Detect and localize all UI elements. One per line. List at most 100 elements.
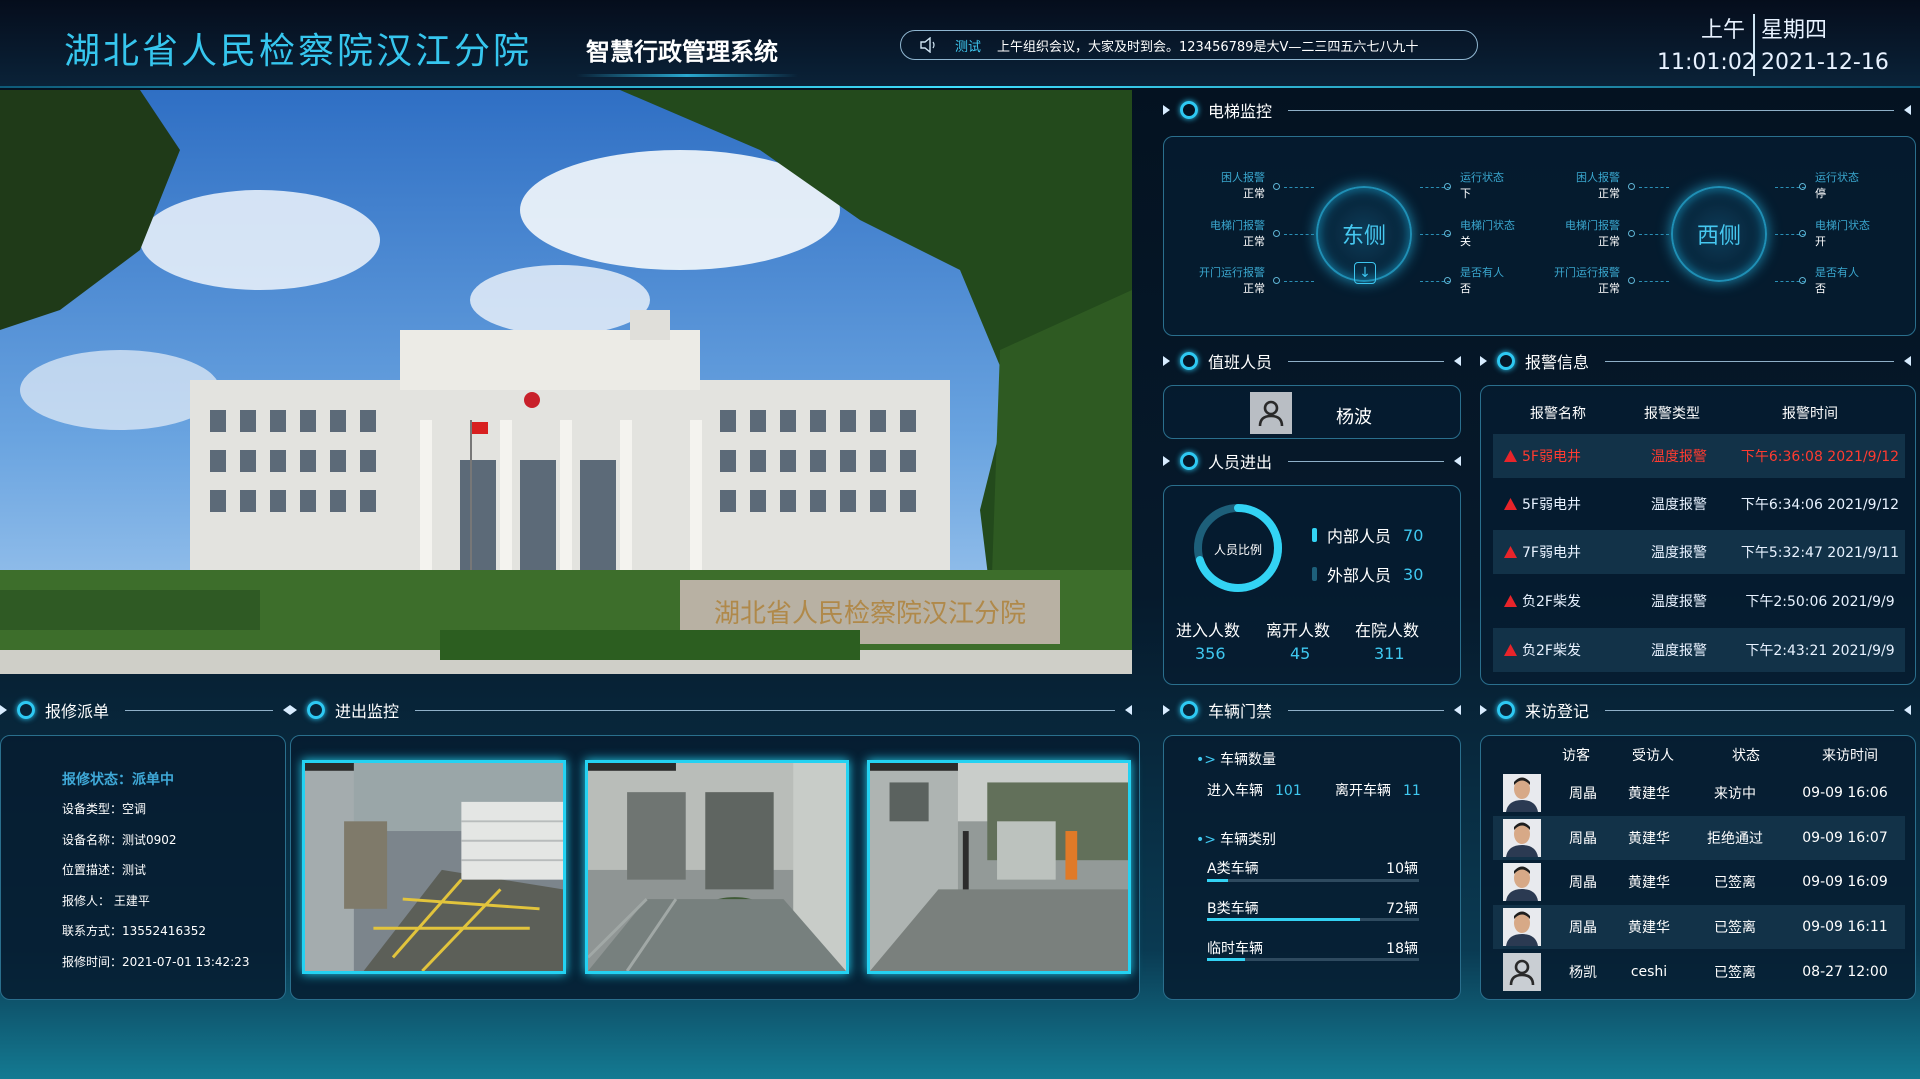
repair-title: 报修派单 xyxy=(45,702,110,721)
alarm-name: 5F弱电井 xyxy=(1522,449,1581,465)
divider-line xyxy=(1605,709,1894,711)
elevator-east-name: 东侧 xyxy=(1341,224,1386,249)
elevator-east-value: 下 xyxy=(1460,187,1471,200)
photo-sign-text: 湖北省人民检察院汉江分院 xyxy=(714,599,1026,629)
ring-icon xyxy=(1180,701,1198,719)
arrow-down-icon: ↓ xyxy=(1354,262,1376,284)
external-label: 外部人员 xyxy=(1327,566,1392,585)
building-photo: 湖北省人民检察院汉江分院 xyxy=(0,90,1132,674)
internal-count: 70 xyxy=(1403,525,1424,545)
connector-dot xyxy=(1444,230,1451,237)
vehicle-type-bar xyxy=(1207,958,1419,961)
triangle-left-icon xyxy=(1454,456,1461,466)
connector-dot xyxy=(1628,183,1635,190)
face-photo-icon xyxy=(1503,863,1541,901)
people-title: 人员进出 xyxy=(1208,453,1273,472)
elevator-west-item: 电梯门状态开 xyxy=(1815,218,1870,250)
visitor-row[interactable]: 周晶 黄建华 来访中 09-09 16:06 xyxy=(1493,771,1905,815)
notice-marquee[interactable]: 测试 上午组织会议，大家及时到会。123456789是大V—二三四五六七八九十 xyxy=(900,30,1478,60)
connector-dot xyxy=(1628,277,1635,284)
alarm-row[interactable]: 5F弱电井 温度报警 下午6:36:08 2021/9/12 xyxy=(1493,434,1905,478)
elevator-west-label: 电梯门报警 xyxy=(1565,219,1620,232)
triangle-left-icon xyxy=(1454,705,1461,715)
connector-line xyxy=(1639,281,1669,282)
ring-icon xyxy=(307,701,325,719)
alarm-col-name: 报警名称 xyxy=(1530,406,1586,422)
connector-dot xyxy=(1799,230,1806,237)
visitor-col-status: 状态 xyxy=(1732,748,1760,764)
elevator-east-label: 电梯门状态 xyxy=(1460,219,1515,232)
elevator-west-item: 是否有人否 xyxy=(1815,265,1859,297)
connector-line xyxy=(1639,187,1669,188)
elevator-west-node[interactable]: 西侧 xyxy=(1671,186,1767,282)
internal-people-row: 内部人员 70 xyxy=(1312,523,1423,547)
connector-dot xyxy=(1444,277,1451,284)
divider-line xyxy=(1288,709,1444,711)
visitor-title: 来访登记 xyxy=(1525,702,1590,721)
ring-icon xyxy=(1180,101,1198,119)
visitor-status: 来访中 xyxy=(1714,786,1756,802)
elevator-east-label: 电梯门报警 xyxy=(1210,219,1265,232)
alarm-time: 下午5:32:47 2021/9/11 xyxy=(1740,545,1900,561)
repair-device-type: 设备类型：空调 xyxy=(62,802,147,816)
alarm-row[interactable]: 负2F柴发 温度报警 下午2:43:21 2021/9/9 xyxy=(1493,628,1905,672)
connector-dot xyxy=(1799,277,1806,284)
stat-enter-label: 进入人数 xyxy=(1176,621,1241,640)
warning-icon xyxy=(1504,595,1517,607)
triangle-right-icon xyxy=(1480,356,1487,366)
triangle-right-icon xyxy=(1480,705,1487,715)
connector-dot xyxy=(1444,183,1451,190)
duty-panel xyxy=(1163,385,1461,439)
ring-icon xyxy=(1497,701,1515,719)
notice-tag: 测试 xyxy=(955,39,982,55)
connector-line xyxy=(1639,234,1669,235)
connector-line xyxy=(1284,234,1314,235)
visitor-section-header: 来访登记 xyxy=(1480,698,1911,722)
visitor-status: 已签离 xyxy=(1714,875,1756,891)
camera-feed[interactable] xyxy=(302,760,566,974)
face-photo-icon xyxy=(1503,908,1541,946)
visitor-row[interactable]: 杨凯 ceshi 已签离 08-27 12:00 xyxy=(1493,950,1905,994)
vehicle-type-count: 18辆 xyxy=(1386,941,1418,957)
elevator-east-item: 开门运行报警 正常 xyxy=(1180,265,1265,297)
camera-feed[interactable] xyxy=(867,760,1131,974)
repair-device-name: 设备名称：测试0902 xyxy=(62,833,177,847)
triangle-left-icon xyxy=(1454,356,1461,366)
elevator-west-item: 开门运行报警 正常 xyxy=(1535,265,1620,297)
vehicle-title: 车辆门禁 xyxy=(1208,702,1273,721)
alarm-type: 温度报警 xyxy=(1651,594,1707,610)
person-icon xyxy=(1258,400,1284,427)
visitor-name: 周晶 xyxy=(1569,920,1597,936)
repair-reporter: 报修人： 王建平 xyxy=(62,894,150,908)
triangle-right-icon xyxy=(1163,105,1170,115)
alarm-row[interactable]: 负2F柴发 温度报警 下午2:50:06 2021/9/9 xyxy=(1493,579,1905,623)
warning-icon xyxy=(1504,450,1517,462)
visitor-row[interactable]: 周晶 黄建华 拒绝通过 09-09 16:07 xyxy=(1493,816,1905,860)
elevator-west-label: 电梯门状态 xyxy=(1815,219,1870,232)
elevator-west-label: 困人报警 xyxy=(1576,171,1620,184)
ring-icon xyxy=(1180,452,1198,470)
visitor-row[interactable]: 周晶 黄建华 已签离 09-09 16:11 xyxy=(1493,905,1905,949)
vehicle-count-title: •> 车辆数量 xyxy=(1196,749,1276,769)
vehicle-type-bar xyxy=(1207,918,1419,921)
triangle-left-icon xyxy=(1904,705,1911,715)
triangle-left-icon xyxy=(1904,105,1911,115)
face-photo-icon xyxy=(1503,819,1541,857)
camera-feed[interactable] xyxy=(585,760,849,974)
connector-dot xyxy=(1628,230,1635,237)
elevator-east-item: 电梯门状态关 xyxy=(1460,218,1515,250)
alarm-title: 报警信息 xyxy=(1525,353,1590,372)
alarm-row[interactable]: 5F弱电井 温度报警 下午6:34:06 2021/9/12 xyxy=(1493,482,1905,526)
alarm-row[interactable]: 7F弱电井 温度报警 下午5:32:47 2021/9/11 xyxy=(1493,530,1905,574)
elevator-west-label: 是否有人 xyxy=(1815,266,1859,279)
elevator-west-item: 运行状态停 xyxy=(1815,170,1859,202)
vehicle-section-header: 车辆门禁 xyxy=(1163,698,1461,722)
visitor-row[interactable]: 周晶 黄建华 已签离 09-09 16:09 xyxy=(1493,860,1905,904)
ring-icon xyxy=(17,701,35,719)
stat-present-label: 在院人数 xyxy=(1355,621,1420,640)
clock-time: 11:01:02 xyxy=(1657,50,1756,75)
chevron-right-icon: •> xyxy=(1196,832,1216,848)
elevator-section-header: 电梯监控 xyxy=(1163,98,1911,122)
elevator-west-value: 正常 xyxy=(1598,235,1620,248)
repair-status: 报修状态：派单中 xyxy=(62,772,174,788)
